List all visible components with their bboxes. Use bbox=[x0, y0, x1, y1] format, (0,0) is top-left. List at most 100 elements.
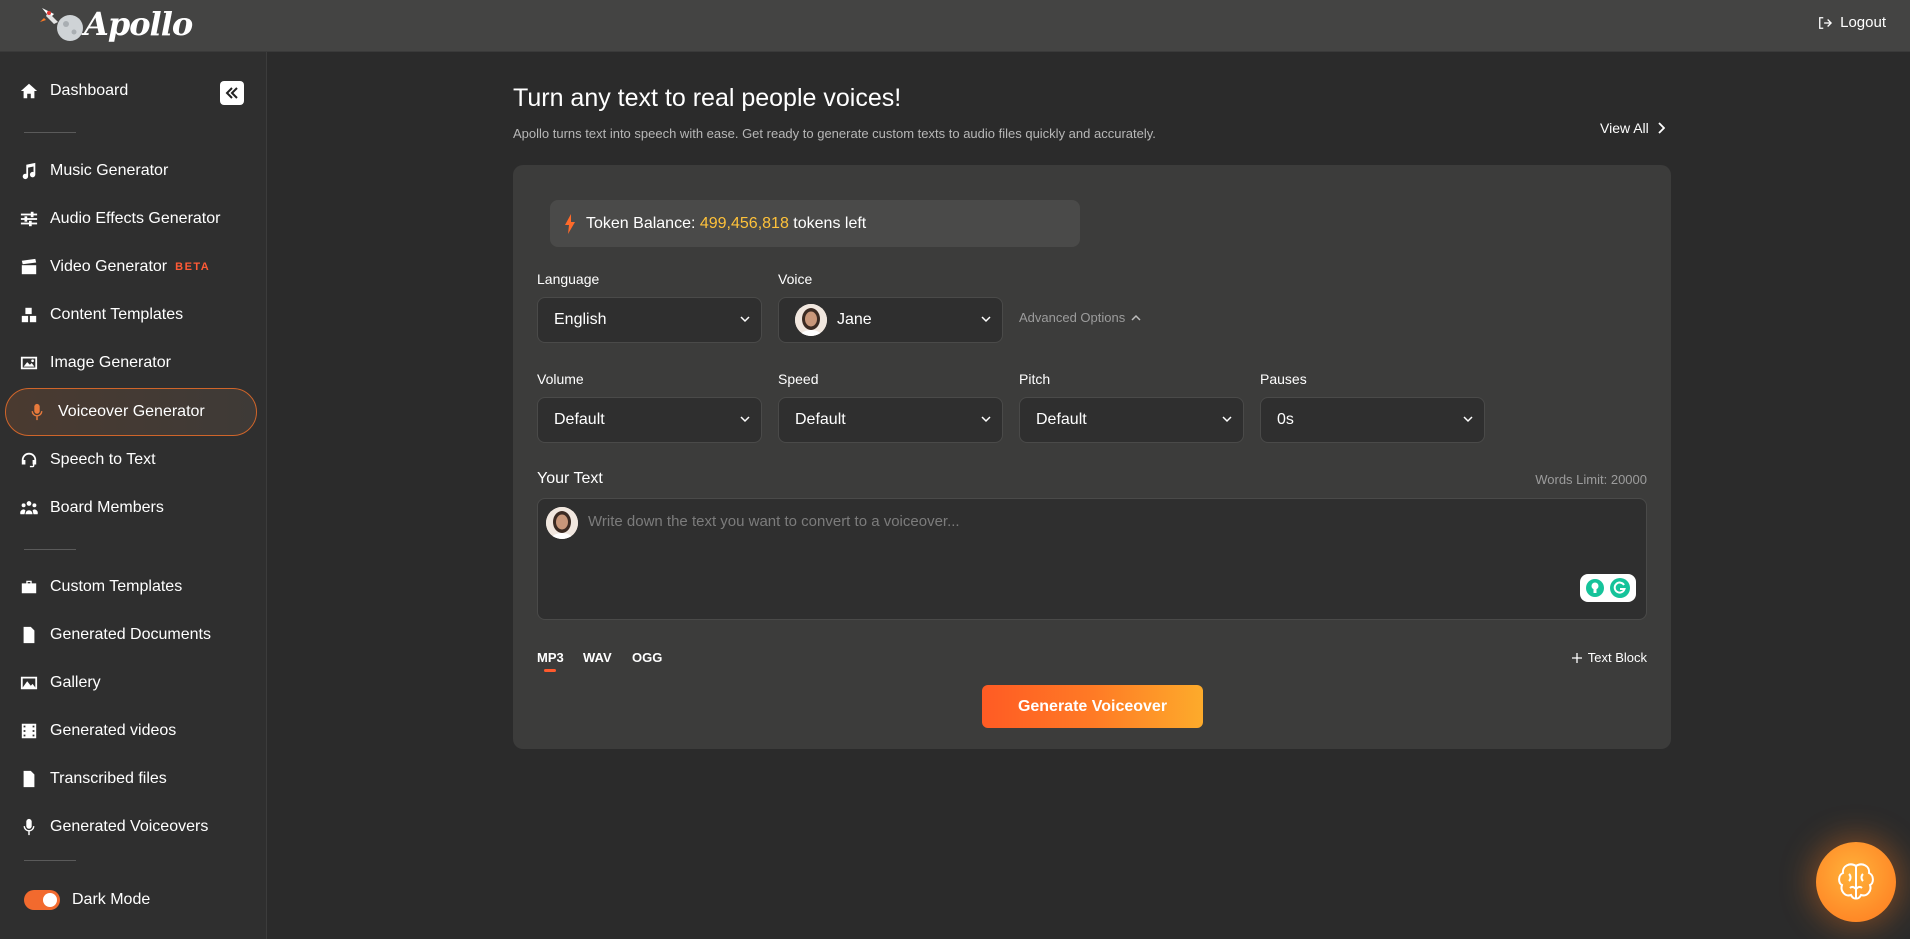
double-chevron-left-icon bbox=[225, 87, 238, 99]
logo-text: Apollo bbox=[84, 5, 193, 43]
logout-button[interactable]: Logout bbox=[1818, 14, 1886, 31]
sidebar-item-label: Content Templates bbox=[50, 306, 184, 323]
pauses-value: 0s bbox=[1277, 411, 1294, 428]
sidebar-item-label: Music Generator bbox=[50, 162, 169, 179]
sidebar-item-transcribed-files[interactable]: Transcribed files bbox=[20, 764, 167, 794]
toolbox-icon bbox=[21, 580, 37, 594]
sidebar-item-video-generator[interactable]: Video Generator BETA bbox=[20, 252, 210, 282]
view-all-label: View All bbox=[1600, 120, 1649, 136]
chevron-up-icon bbox=[1131, 314, 1141, 321]
microphone-icon bbox=[31, 403, 43, 421]
file-audio-icon bbox=[23, 770, 35, 788]
volume-label: Volume bbox=[537, 371, 584, 387]
words-limit: Words Limit: 20000 bbox=[1535, 472, 1647, 487]
logout-icon bbox=[1819, 16, 1833, 29]
sidebar-item-audio-effects-generator[interactable]: Audio Effects Generator bbox=[20, 204, 220, 234]
sidebar-item-generated-videos[interactable]: Generated videos bbox=[20, 716, 176, 746]
logo[interactable]: Apollo bbox=[38, 4, 193, 44]
sidebar-item-generated-voiceovers[interactable]: Generated Voiceovers bbox=[20, 812, 208, 842]
sidebar-item-dashboard[interactable]: Dashboard bbox=[20, 76, 128, 106]
avatar bbox=[546, 507, 578, 539]
clapperboard-icon bbox=[21, 258, 37, 275]
beta-badge: BETA bbox=[175, 261, 211, 273]
sidebar-item-label: Gallery bbox=[50, 674, 101, 691]
text-input-box bbox=[537, 498, 1647, 620]
speed-value: Default bbox=[795, 411, 846, 428]
token-balance-amount: 499,456,818 bbox=[699, 214, 789, 232]
image-icon bbox=[20, 356, 38, 370]
chevron-down-icon bbox=[981, 316, 991, 323]
avatar bbox=[795, 304, 827, 336]
speed-select[interactable]: Default bbox=[778, 397, 1003, 443]
headset-icon bbox=[21, 452, 37, 468]
pitch-label: Pitch bbox=[1019, 371, 1051, 387]
sidebar-divider bbox=[24, 132, 76, 133]
token-balance-prefix: Token Balance: bbox=[586, 214, 696, 232]
speed-label: Speed bbox=[778, 371, 819, 387]
collapse-sidebar-button[interactable] bbox=[220, 81, 244, 105]
grammarly-widget[interactable] bbox=[1580, 574, 1636, 602]
voice-label: Voice bbox=[778, 271, 813, 287]
brain-icon bbox=[1838, 863, 1874, 900]
sidebar-item-voiceover-generator[interactable]: Voiceover Generator bbox=[5, 388, 257, 436]
sidebar-item-custom-templates[interactable]: Custom Templates bbox=[20, 572, 182, 602]
advanced-options-toggle[interactable]: Advanced Options bbox=[1019, 310, 1141, 325]
chevron-down-icon bbox=[1222, 416, 1232, 423]
sidebar-item-image-generator[interactable]: Image Generator bbox=[20, 348, 171, 378]
pauses-select[interactable]: 0s bbox=[1260, 397, 1485, 443]
sidebar-item-content-templates[interactable]: Content Templates bbox=[20, 300, 183, 330]
sidebar-item-music-generator[interactable]: Music Generator bbox=[20, 156, 168, 186]
generate-voiceover-button[interactable]: Generate Voiceover bbox=[982, 685, 1203, 728]
advanced-options-label: Advanced Options bbox=[1019, 310, 1126, 325]
sidebar-item-label: Generated Documents bbox=[50, 626, 211, 643]
music-icon bbox=[22, 162, 36, 180]
sidebar-divider bbox=[24, 549, 76, 550]
sidebar: Dashboard Music Generator Audio Effects … bbox=[0, 52, 267, 939]
rocket-moon-logo-icon bbox=[40, 8, 83, 41]
token-balance-suffix: tokens left bbox=[793, 214, 867, 232]
format-tab-ogg[interactable]: OGG bbox=[632, 650, 662, 665]
format-tab-wav[interactable]: WAV bbox=[583, 650, 612, 665]
volume-value: Default bbox=[554, 411, 605, 428]
users-icon bbox=[20, 501, 38, 515]
blocks-icon bbox=[21, 307, 37, 323]
lightning-icon bbox=[565, 213, 575, 234]
dark-mode-label: Dark Mode bbox=[72, 891, 151, 908]
sidebar-item-label: Dashboard bbox=[50, 82, 129, 99]
sliders-icon bbox=[20, 211, 38, 227]
language-label: Language bbox=[537, 271, 600, 287]
format-tab-mp3[interactable]: MP3 bbox=[537, 650, 564, 672]
sidebar-item-label: Voiceover Generator bbox=[58, 403, 205, 420]
sidebar-item-label: Transcribed files bbox=[50, 770, 167, 787]
dark-mode-toggle[interactable] bbox=[24, 890, 60, 910]
your-text-label: Your Text bbox=[537, 470, 603, 487]
sidebar-item-label: Audio Effects Generator bbox=[50, 210, 221, 227]
text-block-label: Text Block bbox=[1587, 650, 1647, 665]
view-all-link[interactable]: View All bbox=[1600, 120, 1665, 136]
pitch-value: Default bbox=[1036, 411, 1087, 428]
ai-assistant-button[interactable] bbox=[1816, 842, 1896, 922]
document-icon bbox=[23, 626, 35, 644]
sidebar-item-label: Generated videos bbox=[50, 722, 177, 739]
sidebar-item-label: Custom Templates bbox=[50, 578, 183, 595]
sidebar-item-label: Board Members bbox=[50, 499, 164, 516]
sidebar-item-board-members[interactable]: Board Members bbox=[20, 493, 164, 523]
voiceover-card: Token Balance: 499,456,818 tokens left L… bbox=[513, 165, 1671, 749]
voice-select[interactable]: Jane bbox=[778, 297, 1003, 343]
sidebar-item-label: Image Generator bbox=[50, 354, 171, 371]
chevron-right-icon bbox=[1658, 122, 1665, 134]
sidebar-item-gallery[interactable]: Gallery bbox=[20, 668, 101, 698]
sidebar-item-generated-documents[interactable]: Generated Documents bbox=[20, 620, 211, 650]
language-value: English bbox=[554, 311, 607, 328]
top-bar: Apollo Logout bbox=[0, 0, 1910, 52]
microphone-icon bbox=[23, 818, 35, 836]
sidebar-divider bbox=[24, 860, 76, 861]
volume-select[interactable]: Default bbox=[537, 397, 762, 443]
add-text-block-button[interactable]: Text Block bbox=[1571, 650, 1647, 665]
token-balance: Token Balance: 499,456,818 tokens left bbox=[550, 200, 1080, 247]
language-select[interactable]: English bbox=[537, 297, 762, 343]
page-title: Turn any text to real people voices! bbox=[513, 84, 902, 112]
voiceover-text-input[interactable] bbox=[588, 513, 1588, 603]
pitch-select[interactable]: Default bbox=[1019, 397, 1244, 443]
sidebar-item-speech-to-text[interactable]: Speech to Text bbox=[20, 445, 156, 475]
